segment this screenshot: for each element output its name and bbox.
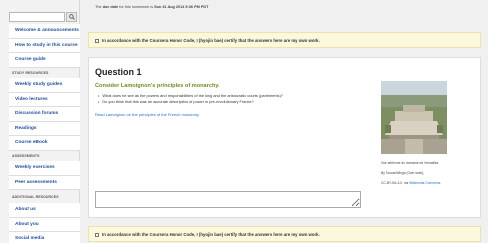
nav-item-video-lectures[interactable]: Video lectures <box>9 92 80 107</box>
honor-code-bottom: In accordance with the Coursera Honor Co… <box>88 226 481 242</box>
nav-study: Weekly study guides Video lectures Discu… <box>9 78 80 151</box>
nav-item-course-ebook[interactable]: Course eBook <box>9 136 80 151</box>
nav-item-about-you[interactable]: About you <box>9 217 80 232</box>
nav-item-peer-assessments[interactable]: Peer assessments <box>9 175 80 190</box>
honor-code-checkbox[interactable] <box>95 38 99 43</box>
wikimedia-link[interactable]: Wikimedia Commons. <box>409 181 441 185</box>
question-bullets: What does he see as the powers and respo… <box>98 93 283 104</box>
search-input[interactable] <box>9 12 65 22</box>
versailles-photo <box>381 81 447 154</box>
question-bullet: Do you think that this was an accurate d… <box>98 99 283 105</box>
nav-item-readings[interactable]: Readings <box>9 121 80 136</box>
honor-code-text: In accordance with the Coursera Honor Co… <box>102 232 320 237</box>
question-title: Question 1 <box>95 67 142 77</box>
search-icon <box>69 14 75 20</box>
question-bullet: What does he see as the powers and respo… <box>98 93 283 99</box>
reading-link[interactable]: Read Lamoignon on the principles of the … <box>95 112 199 117</box>
question-card: Question 1 Consider Lamoignon's principl… <box>88 57 481 218</box>
nav-item-welcome[interactable]: Welcome & announcements <box>9 24 80 39</box>
nav-item-about-us[interactable]: About us <box>9 203 80 218</box>
nav-item-how-to-study[interactable]: How to study in this course <box>9 38 80 53</box>
nav-additional: About us About you Social media <box>9 203 80 243</box>
answer-textarea[interactable] <box>95 191 361 208</box>
sidebar-search <box>9 12 77 22</box>
honor-code-text: In accordance with the Coursera Honor Co… <box>102 38 320 43</box>
nav-heading-study: STUDY RESOURCES <box>12 71 49 75</box>
question-subtitle: Consider Lamoignon's principles of monar… <box>95 83 220 89</box>
honor-code-top: In accordance with the Coursera Honor Co… <box>88 32 481 48</box>
nav-assessments: Weekly exercises Peer assessments <box>9 161 80 190</box>
nav-main: Welcome & announcements How to study in … <box>9 24 80 68</box>
nav-item-weekly-exercises[interactable]: Weekly exercises <box>9 161 80 176</box>
nav-item-course-guide[interactable]: Course guide <box>9 53 80 68</box>
honor-code-checkbox[interactable] <box>95 232 99 237</box>
nav-item-weekly-study-guides[interactable]: Weekly study guides <box>9 78 80 93</box>
nav-heading-additional: ADDITIONAL RESOURCES <box>12 195 59 199</box>
nav-item-discussion-forums[interactable]: Discussion forums <box>9 107 80 122</box>
image-caption-license: CC-BY-SA-3.0, via Wikimedia Commons. <box>381 181 442 185</box>
nav-item-social-media[interactable]: Social media <box>9 232 80 243</box>
image-caption-author: By ToucanWings (Own work), <box>381 171 425 175</box>
due-date-notice: The due date for this homework is Sun 31… <box>95 5 209 9</box>
sidebar: Welcome & announcements How to study in … <box>0 0 80 243</box>
image-caption-title: Vue aérienne du domaine de Versailles <box>381 161 439 165</box>
search-button[interactable] <box>66 12 77 22</box>
nav-heading-assessments: ASSESSMENTS <box>12 154 40 158</box>
